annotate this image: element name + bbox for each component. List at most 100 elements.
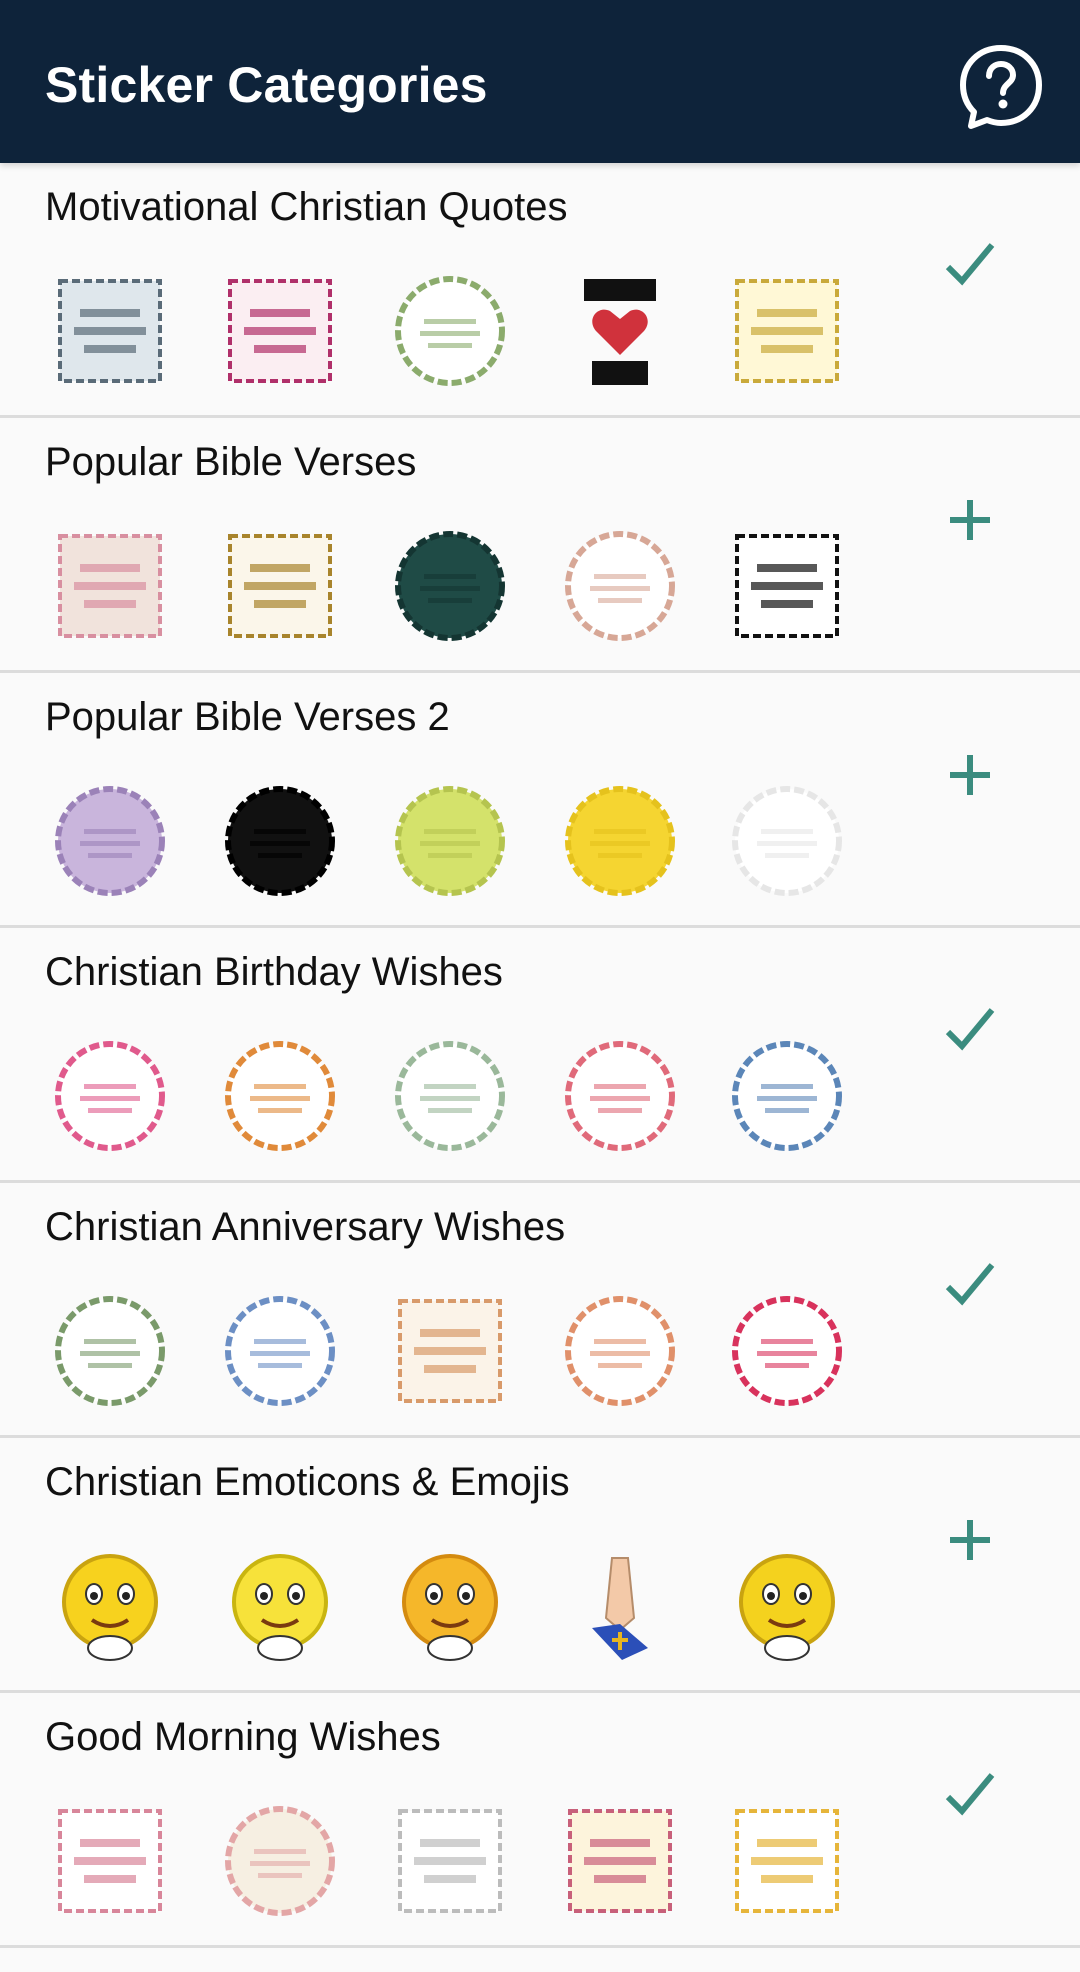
sticker-thumbnail[interactable]	[392, 528, 508, 644]
category-row[interactable]: Christian Birthday Wishes	[0, 928, 1080, 1183]
sticker-preview-strip	[0, 1803, 900, 1923]
sticker-preview-strip	[0, 528, 900, 648]
sticker-thumbnail[interactable]	[729, 1038, 845, 1154]
sticker-image	[565, 786, 675, 896]
sticker-image	[225, 786, 335, 896]
sticker-image	[592, 1557, 648, 1660]
category-title: Christian Emoticons & Emojis	[45, 1460, 570, 1504]
sticker-thumbnail[interactable]	[222, 1803, 338, 1919]
sticker-preview-strip	[0, 1038, 900, 1158]
sticker-thumbnail[interactable]	[562, 1803, 678, 1919]
sticker-thumbnail[interactable]	[52, 783, 168, 899]
sticker-image	[739, 1554, 835, 1661]
sticker-thumbnail[interactable]	[52, 528, 168, 644]
sticker-thumbnail[interactable]	[392, 1038, 508, 1154]
sticker-thumbnail[interactable]	[562, 1293, 678, 1409]
add-to-whatsapp-button[interactable]	[940, 1510, 1000, 1570]
checkmark-icon	[945, 1773, 995, 1816]
sticker-preview-strip	[0, 1548, 900, 1668]
sticker-thumbnail[interactable]	[222, 1293, 338, 1409]
page-title: Sticker Categories	[45, 57, 488, 113]
sticker-thumbnail[interactable]	[392, 1293, 508, 1409]
sticker-thumbnail[interactable]	[52, 1293, 168, 1409]
sticker-image	[398, 1809, 502, 1913]
add-to-whatsapp-button[interactable]	[940, 745, 1000, 805]
sticker-preview-strip	[0, 783, 900, 903]
category-title: Good Morning Wishes	[45, 1715, 441, 1759]
sticker-thumbnail[interactable]	[729, 1803, 845, 1919]
sticker-image	[732, 1296, 842, 1406]
sticker-thumbnail[interactable]	[562, 1038, 678, 1154]
sticker-thumbnail[interactable]	[729, 273, 845, 389]
help-button[interactable]	[955, 42, 1047, 134]
sticker-image	[402, 1554, 498, 1661]
sticker-thumbnail[interactable]	[729, 783, 845, 899]
sticker-thumbnail[interactable]	[562, 273, 678, 389]
sticker-image	[398, 1299, 502, 1403]
sticker-thumbnail[interactable]	[52, 1038, 168, 1154]
added-indicator-button[interactable]	[940, 1765, 1000, 1825]
sticker-image	[232, 1554, 328, 1661]
sticker-image	[735, 279, 839, 383]
category-row[interactable]: Popular Bible Verses	[0, 418, 1080, 673]
sticker-image	[584, 279, 656, 385]
sticker-thumbnail[interactable]	[392, 1803, 508, 1919]
sticker-image	[225, 1296, 335, 1406]
sticker-image	[732, 786, 842, 896]
sticker-thumbnail[interactable]	[222, 1038, 338, 1154]
sticker-thumbnail[interactable]	[392, 783, 508, 899]
checkmark-icon	[945, 1263, 995, 1306]
category-row[interactable]: Christian Emoticons & Emojis	[0, 1438, 1080, 1693]
sticker-image	[228, 534, 332, 638]
category-row[interactable]: Good Morning Wishes	[0, 1693, 1080, 1948]
sticker-thumbnail[interactable]	[562, 783, 678, 899]
sticker-image	[228, 279, 332, 383]
sticker-thumbnail[interactable]	[222, 783, 338, 899]
sticker-image	[55, 786, 165, 896]
category-row[interactable]: Christian Anniversary Wishes	[0, 1183, 1080, 1438]
checkmark-icon	[945, 243, 995, 286]
add-to-whatsapp-button[interactable]	[940, 490, 1000, 550]
sticker-image	[735, 534, 839, 638]
plus-icon	[950, 500, 990, 540]
sticker-thumbnail[interactable]	[52, 1548, 168, 1664]
sticker-thumbnail[interactable]	[52, 1803, 168, 1919]
sticker-image	[735, 1809, 839, 1913]
sticker-image	[565, 1296, 675, 1406]
sticker-thumbnail[interactable]	[729, 528, 845, 644]
sticker-thumbnail[interactable]	[52, 273, 168, 389]
sticker-image	[225, 1041, 335, 1151]
sticker-image	[58, 534, 162, 638]
sticker-image	[568, 1809, 672, 1913]
sticker-thumbnail[interactable]	[562, 528, 678, 644]
sticker-image	[565, 531, 675, 641]
sticker-thumbnail[interactable]	[729, 1548, 845, 1664]
app-bar: Sticker Categories	[0, 0, 1080, 163]
category-title: Motivational Christian Quotes	[45, 185, 568, 229]
sticker-image	[395, 786, 505, 896]
sticker-image	[565, 1041, 675, 1151]
sticker-thumbnail[interactable]	[729, 1293, 845, 1409]
sticker-thumbnail[interactable]	[222, 1548, 338, 1664]
sticker-thumbnail[interactable]	[222, 273, 338, 389]
sticker-thumbnail[interactable]	[562, 1548, 678, 1664]
plus-icon	[950, 1520, 990, 1560]
added-indicator-button[interactable]	[940, 235, 1000, 295]
sticker-image	[58, 279, 162, 383]
added-indicator-button[interactable]	[940, 1000, 1000, 1060]
sticker-preview-strip	[0, 273, 900, 393]
sticker-thumbnail[interactable]	[222, 528, 338, 644]
checkmark-icon	[945, 1008, 995, 1051]
category-row[interactable]: Popular Bible Verses 2	[0, 673, 1080, 928]
sticker-image	[395, 531, 505, 641]
category-row[interactable]: Motivational Christian Quotes	[0, 163, 1080, 418]
sticker-image	[395, 1041, 505, 1151]
category-title: Christian Anniversary Wishes	[45, 1205, 566, 1249]
sticker-thumbnail[interactable]	[392, 1548, 508, 1664]
sticker-image	[62, 1554, 158, 1661]
sticker-image	[732, 1041, 842, 1151]
added-indicator-button[interactable]	[940, 1255, 1000, 1315]
sticker-thumbnail[interactable]	[392, 273, 508, 389]
help-chat-bubble-icon	[960, 45, 1042, 129]
category-title: Popular Bible Verses	[45, 440, 417, 484]
